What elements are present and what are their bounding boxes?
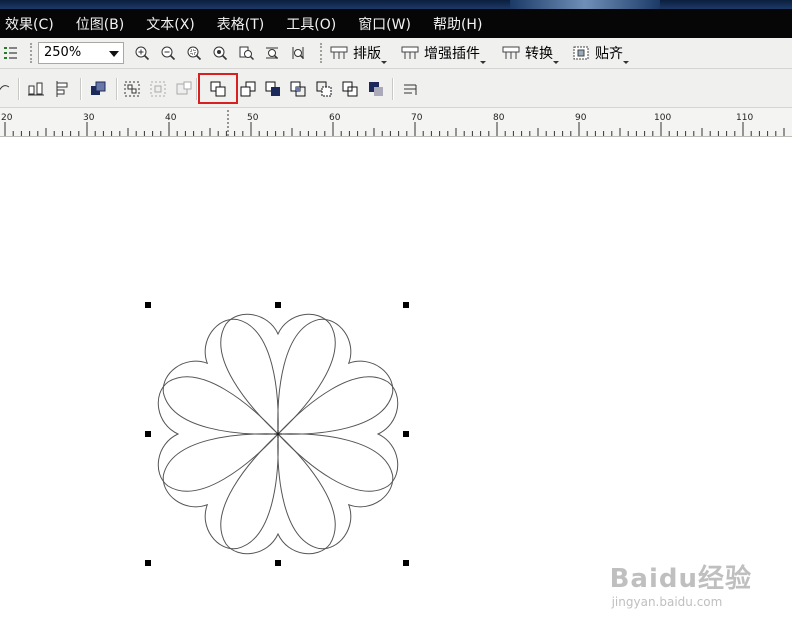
ungroup-all-icon[interactable]: [174, 79, 194, 99]
ruler-label: 30: [83, 113, 95, 123]
curve-tool-icon[interactable]: [0, 78, 14, 98]
zoom-all-objects-icon[interactable]: [210, 43, 230, 63]
property-toolbar: [0, 69, 792, 108]
highlight-box: [198, 73, 238, 104]
trim-icon[interactable]: [288, 79, 308, 99]
zoom-page-icon[interactable]: [236, 43, 256, 63]
zoom-page-width-icon[interactable]: [262, 43, 282, 63]
chevron-down-icon[interactable]: [381, 61, 387, 64]
selection-handle[interactable]: [403, 302, 409, 308]
toolbar-separator: [80, 78, 82, 100]
zoom-level-value: 250%: [44, 45, 82, 60]
convert-icon: [502, 46, 520, 59]
horizontal-ruler[interactable]: 20 30 40 50 60 70 80 90 100 110: [0, 108, 792, 137]
order-icon[interactable]: [88, 79, 108, 99]
title-bar-glow: [510, 0, 660, 9]
selection-handle[interactable]: [275, 560, 281, 566]
chevron-down-icon[interactable]: [109, 51, 119, 57]
toolbar-grip[interactable]: [30, 43, 35, 63]
ruler-ticks: [4, 110, 785, 136]
flower-drawing[interactable]: [0, 137, 792, 625]
selection-handle[interactable]: [145, 431, 151, 437]
selection-handle[interactable]: [145, 560, 151, 566]
group-icon[interactable]: [122, 79, 142, 99]
weld-icon[interactable]: [263, 79, 283, 99]
menu-tools[interactable]: 工具(O): [275, 14, 347, 34]
ruler-label: 70: [411, 113, 423, 123]
zoom-out-icon[interactable]: [158, 43, 178, 63]
ruler-label: 80: [493, 113, 505, 123]
zoom-page-height-icon[interactable]: [288, 43, 308, 63]
distribute-horizontal-icon[interactable]: [26, 79, 46, 99]
toolbar-separator: [116, 78, 118, 100]
ruler-label: 100: [654, 113, 672, 123]
layout-label: 排版: [353, 46, 381, 62]
ungroup-icon[interactable]: [148, 79, 168, 99]
selection-handle[interactable]: [275, 302, 281, 308]
watermark-main: Baidu经验: [609, 564, 752, 594]
zoom-in-icon[interactable]: [132, 43, 152, 63]
watermark-sub: jingyan.baidu.com: [611, 595, 723, 609]
convert-button[interactable]: 转换: [502, 42, 559, 64]
chevron-down-icon[interactable]: [480, 61, 486, 64]
intersect-icon[interactable]: [314, 79, 334, 99]
menu-table[interactable]: 表格(T): [206, 14, 275, 34]
menu-text[interactable]: 文本(X): [135, 14, 206, 34]
ruler-label: 110: [736, 113, 754, 123]
selection-handle[interactable]: [403, 560, 409, 566]
layout-button[interactable]: 排版: [330, 42, 387, 64]
ruler-label: 60: [329, 113, 341, 123]
baidu-watermark: Baidu经验 jingyan.baidu.com: [610, 558, 752, 609]
zoom-selected-icon[interactable]: [184, 43, 204, 63]
toolbar-separator: [392, 78, 394, 100]
simplify-icon[interactable]: [340, 79, 360, 99]
ruler-label: 50: [247, 113, 259, 123]
menu-bar: 效果(C) 位图(B) 文本(X) 表格(T) 工具(O) 窗口(W) 帮助(H…: [0, 9, 792, 38]
snap-label: 贴齐: [595, 46, 623, 62]
snap-icon: [573, 46, 589, 60]
break-apart-icon[interactable]: [238, 79, 258, 99]
snap-button[interactable]: 贴齐: [572, 42, 629, 64]
selection-handle[interactable]: [403, 431, 409, 437]
zoom-level-dropdown[interactable]: 250%: [38, 42, 124, 64]
ruler-label: 40: [165, 113, 177, 123]
drawing-canvas[interactable]: Baidu经验 jingyan.baidu.com: [0, 137, 792, 625]
toolbar-grip[interactable]: [320, 43, 325, 63]
enhanced-plugin-label: 增强插件: [424, 46, 480, 62]
chevron-down-icon[interactable]: [553, 61, 559, 64]
menu-bitmaps[interactable]: 位图(B): [65, 14, 136, 34]
toolbar-separator: [18, 78, 20, 100]
title-bar-strip: [0, 0, 792, 9]
plugin-icon: [401, 46, 419, 59]
ruler-label: 90: [575, 113, 587, 123]
align-distribute-icon[interactable]: [52, 79, 72, 99]
menu-window[interactable]: 窗口(W): [347, 14, 422, 34]
selection-handle[interactable]: [145, 302, 151, 308]
enhanced-plugin-button[interactable]: 增强插件: [401, 42, 486, 64]
create-boundary-icon[interactable]: [400, 79, 420, 99]
menu-help[interactable]: 帮助(H): [422, 14, 493, 34]
ruler-label: 20: [1, 113, 13, 123]
layout-icon: [330, 46, 348, 59]
convert-label: 转换: [525, 46, 553, 62]
chevron-down-icon[interactable]: [623, 61, 629, 64]
checklist-icon[interactable]: [0, 43, 20, 63]
menu-effects[interactable]: 效果(C): [0, 14, 65, 34]
front-minus-back-icon[interactable]: [366, 79, 386, 99]
